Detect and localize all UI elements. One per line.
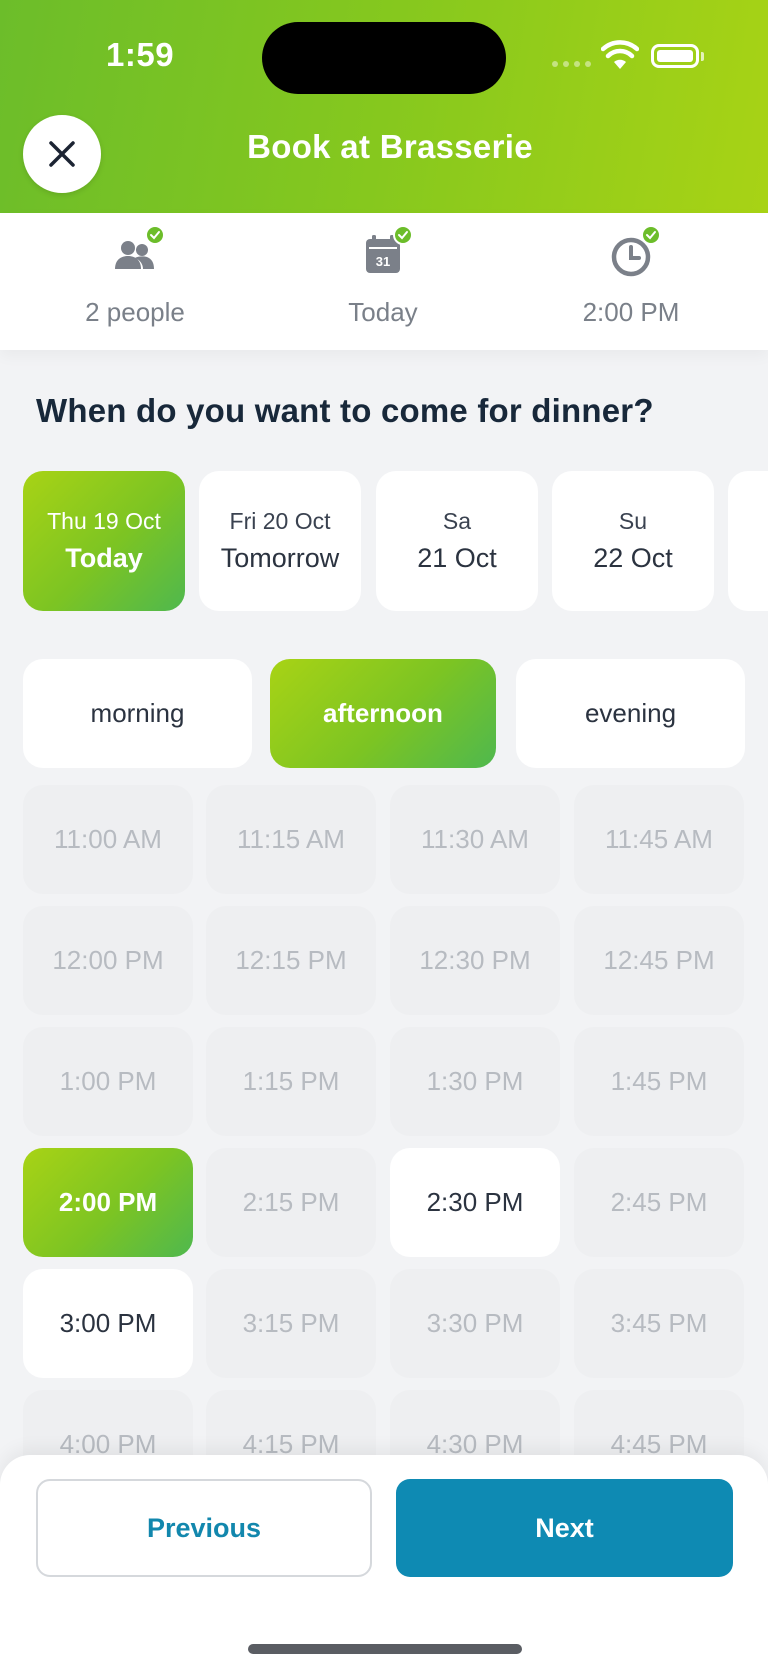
battery-icon (651, 44, 704, 68)
date-card-saturday[interactable]: Sa 21 Oct (376, 471, 538, 611)
period-afternoon[interactable]: afternoon (270, 659, 496, 768)
wifi-icon (601, 40, 639, 69)
period-morning[interactable]: morning (23, 659, 252, 768)
status-time: 1:59 (106, 36, 175, 73)
date-card-label: Today (65, 543, 143, 573)
time-slot[interactable]: 2:30 PM (390, 1148, 560, 1257)
app-header: 1:59 Book at Brasserie (0, 0, 768, 213)
next-button[interactable]: Next (396, 1479, 733, 1577)
time-slot: 11:45 AM (574, 785, 744, 894)
time-slot: 2:45 PM (574, 1148, 744, 1257)
time-slot: 1:15 PM (206, 1027, 376, 1136)
date-card-today[interactable]: Thu 19 Oct Today (23, 471, 185, 611)
date-card-weekday: Thu 19 Oct (47, 508, 161, 534)
time-slot: 1:30 PM (390, 1027, 560, 1136)
time-slot: 12:15 PM (206, 906, 376, 1015)
date-card-tomorrow[interactable]: Fri 20 Oct Tomorrow (199, 471, 361, 611)
date-card-label: 22 Oct (593, 543, 673, 573)
check-icon (641, 225, 661, 245)
date-card-sunday[interactable]: Su 22 Oct (552, 471, 714, 611)
date-card-weekday: Sa (442, 508, 472, 534)
time-slot: 2:15 PM (206, 1148, 376, 1257)
date-card-weekday: Fri 20 Oct (229, 508, 331, 534)
footer-bar: Previous Next (0, 1455, 768, 1665)
section-question: When do you want to come for dinner? (36, 392, 654, 429)
home-indicator (248, 1644, 522, 1654)
date-card-partial[interactable] (728, 471, 768, 611)
date-card-weekday: Su (618, 508, 648, 534)
period-evening[interactable]: evening (516, 659, 745, 768)
summary-date-label: Today (348, 297, 418, 327)
summary-people-label: 2 people (85, 297, 185, 327)
time-slot: 11:00 AM (23, 785, 193, 894)
time-slot: 3:30 PM (390, 1269, 560, 1378)
date-card-label: Tomorrow (220, 543, 340, 573)
calendar-day-number: 31 (376, 254, 390, 269)
check-icon (393, 225, 413, 245)
page-title: Book at Brasserie (247, 128, 533, 165)
time-slot: 11:30 AM (390, 785, 560, 894)
summary-people[interactable]: 2 people (10, 225, 260, 328)
time-slot: 3:45 PM (574, 1269, 744, 1378)
time-slot: 1:45 PM (574, 1027, 744, 1136)
time-slot: 12:00 PM (23, 906, 193, 1015)
time-slot[interactable]: 3:00 PM (23, 1269, 193, 1378)
cellular-signal-icon (552, 61, 591, 67)
check-icon (145, 225, 165, 245)
time-slot: 12:45 PM (574, 906, 744, 1015)
booking-summary: 2 people 31 Today 2:00 PM (0, 213, 768, 350)
date-card-label: 21 Oct (417, 543, 497, 573)
dynamic-island (262, 22, 506, 94)
previous-button[interactable]: Previous (36, 1479, 372, 1577)
time-slot: 1:00 PM (23, 1027, 193, 1136)
summary-time[interactable]: 2:00 PM (506, 225, 756, 328)
time-slot[interactable]: 2:00 PM (23, 1148, 193, 1257)
time-slot: 11:15 AM (206, 785, 376, 894)
summary-time-label: 2:00 PM (582, 297, 680, 327)
time-slot: 3:15 PM (206, 1269, 376, 1378)
summary-date[interactable]: 31 Today (258, 225, 508, 328)
time-slot: 12:30 PM (390, 906, 560, 1015)
